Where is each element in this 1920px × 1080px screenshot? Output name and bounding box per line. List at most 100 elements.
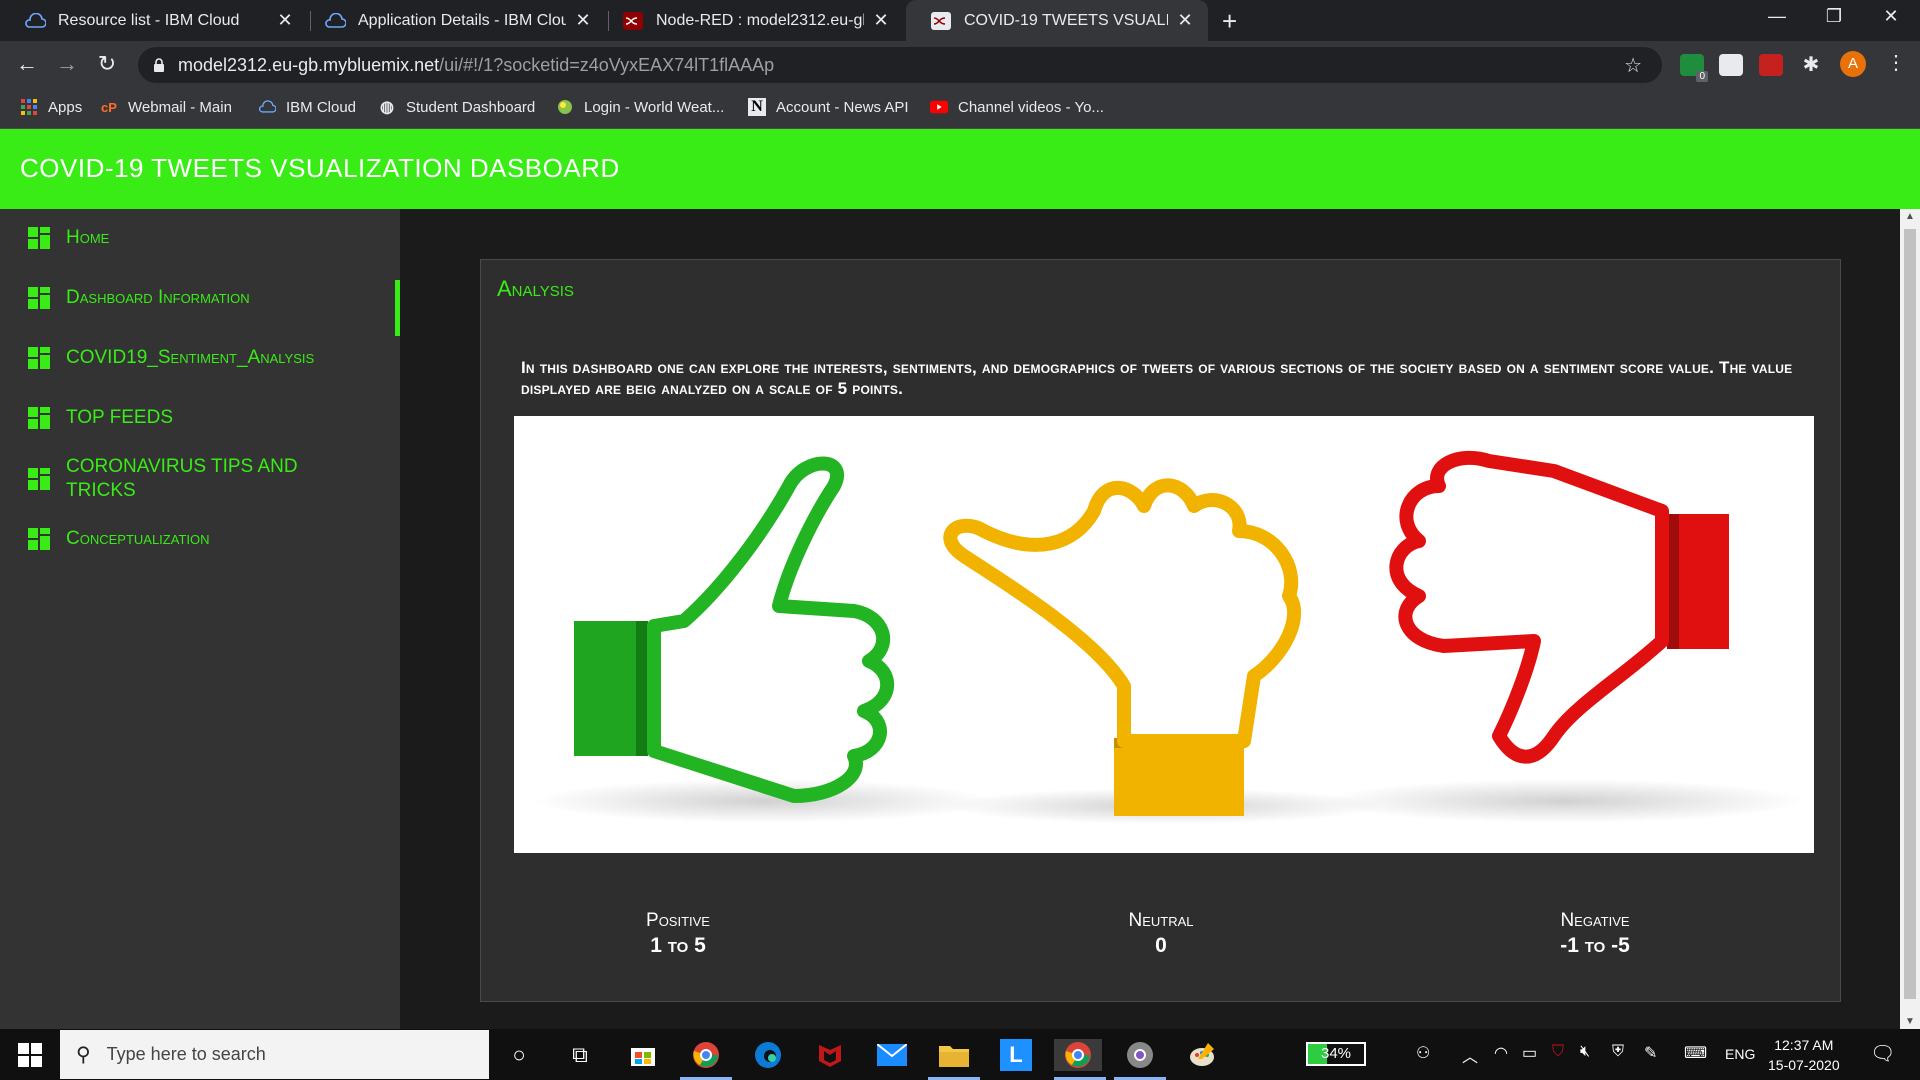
paint-icon[interactable]: [1186, 1039, 1218, 1071]
battery-tray-icon[interactable]: ▭: [1522, 1043, 1537, 1063]
close-icon[interactable]: ✕: [574, 10, 592, 31]
keyboard-icon[interactable]: ⌨: [1684, 1043, 1707, 1063]
bookmark-youtube[interactable]: Channel videos - Yo...: [930, 98, 1104, 116]
bookmark-student-dashboard[interactable]: ◍ Student Dashboard: [378, 98, 535, 117]
sidebar-item-sentiment-analysis[interactable]: COVID19_Sentiment_Analysis: [0, 346, 400, 370]
dashboard-grid-icon: [28, 528, 50, 550]
weather-icon: [556, 98, 574, 116]
browser-tab[interactable]: Node-RED : model2312.eu-gb.my ✕: [598, 0, 904, 41]
mcafee-icon[interactable]: [814, 1039, 846, 1071]
sidebar-item-top-feeds[interactable]: TOP FEEDS: [0, 406, 400, 430]
bookmark-world-weather[interactable]: Login - World Weat...: [556, 98, 724, 116]
pocket-extension-icon[interactable]: [1719, 54, 1743, 76]
bookmark-webmail[interactable]: cP Webmail - Main: [100, 98, 232, 116]
sidebar-item-dashboard-information[interactable]: Dashboard Information: [0, 280, 400, 336]
bookmarks-bar: Apps cP Webmail - Main IBM Cloud ◍ Stude…: [0, 88, 1920, 129]
stat-value: 1 to 5: [650, 934, 706, 957]
globe-icon: ◍: [380, 99, 394, 116]
apps-grid-icon: [20, 98, 38, 116]
taskbar-search-box[interactable]: ⚲ Type here to search: [60, 1030, 489, 1079]
mcafee-extension-icon[interactable]: [1759, 54, 1783, 76]
menu-kebab-icon[interactable]: ⋮: [1886, 50, 1906, 75]
close-icon[interactable]: ✕: [276, 10, 294, 31]
windows-start-icon[interactable]: [18, 1043, 42, 1067]
pen-icon[interactable]: ✎: [1644, 1043, 1657, 1063]
dashboard-grid-icon: [28, 287, 50, 309]
lock-icon: [154, 58, 164, 72]
page-scrollbar[interactable]: ▲ ▼: [1900, 209, 1920, 1029]
search-icon: ⚲: [76, 1044, 91, 1066]
app-header: COVID-19 TWEETS VSUALIZATION DASBOARD: [0, 129, 1920, 209]
bookmark-apps[interactable]: Apps: [20, 98, 82, 116]
chrome-profile-icon[interactable]: [1054, 1039, 1102, 1071]
minimize-icon[interactable]: —: [1757, 6, 1797, 27]
bookmark-label: Channel videos - Yo...: [958, 98, 1104, 116]
bookmark-ibm-cloud[interactable]: IBM Cloud: [258, 98, 356, 116]
close-icon[interactable]: ✕: [1176, 10, 1194, 31]
bookmark-label: Login - World Weat...: [584, 98, 725, 116]
chrome-icon[interactable]: [690, 1039, 722, 1071]
main-content: Analysis In this dashboard one can explo…: [400, 209, 1900, 1029]
card-description: In this dashboard one can explore the in…: [521, 358, 1793, 398]
url-host: model2312.eu-gb.mybluemix.net: [178, 54, 440, 75]
cpanel-icon: cP: [101, 99, 117, 115]
sidebar-item-label: TOP FEEDS: [66, 407, 173, 428]
tab-title: Node-RED : model2312.eu-gb.my: [656, 11, 864, 29]
ibm-cloud-icon: [258, 98, 276, 116]
task-view-icon[interactable]: ⧉: [564, 1039, 596, 1071]
scrollbar-thumb[interactable]: [1904, 229, 1916, 999]
thumbs-up-icon: [574, 456, 895, 803]
cortana-icon[interactable]: ○: [503, 1039, 535, 1071]
notification-icon[interactable]: 🗨︎: [1870, 1041, 1895, 1066]
sidebar-item-tips-and-tricks[interactable]: CORONAVIRUS TIPS AND TRICKS: [0, 455, 400, 503]
bookmark-label: Apps: [48, 98, 83, 116]
language-indicator[interactable]: ENG: [1725, 1046, 1755, 1062]
node-red-icon: [930, 10, 952, 32]
chevron-up-icon[interactable]: ︿: [1462, 1043, 1478, 1067]
new-tab-button[interactable]: +: [1222, 6, 1237, 37]
close-icon[interactable]: ✕: [872, 10, 890, 31]
bookmark-news-api[interactable]: N Account - News API: [748, 98, 909, 116]
scroll-down-arrow-icon[interactable]: ▼: [1900, 1016, 1920, 1027]
scroll-up-arrow-icon[interactable]: ▲: [1900, 211, 1920, 222]
bookmark-star-icon[interactable]: ☆: [1624, 53, 1642, 78]
restore-icon[interactable]: ❐: [1814, 6, 1854, 27]
profile-avatar[interactable]: A: [1840, 51, 1866, 77]
browser-tab-active[interactable]: COVID-19 TWEETS VSUALIZATIO ✕: [906, 0, 1208, 41]
sidebar-nav: Home Dashboard Information COVID19_Senti…: [0, 209, 400, 1029]
stat-negative: Negative -1 to -5: [1445, 910, 1745, 958]
browser-tab[interactable]: Resource list - IBM Cloud ✕: [0, 0, 308, 41]
people-icon[interactable]: ⚇: [1416, 1043, 1430, 1063]
mcafee-tray-icon[interactable]: ⛉: [1552, 1043, 1564, 1061]
stat-label: Neutral: [1128, 910, 1194, 931]
puzzle-extensions-icon[interactable]: ✱: [1799, 54, 1823, 76]
system-clock[interactable]: 12:37 AM 15-07-2020: [1768, 1035, 1840, 1075]
news-api-icon: N: [748, 98, 766, 116]
store-icon[interactable]: [627, 1039, 659, 1071]
bookmark-label: Webmail - Main: [128, 98, 232, 116]
sidebar-item-conceptualization[interactable]: Conceptualization: [0, 527, 400, 551]
sidebar-item-home[interactable]: Home: [0, 226, 400, 250]
reload-icon[interactable]: ↻: [92, 51, 122, 77]
mail-icon[interactable]: [876, 1039, 908, 1071]
volume-muted-icon[interactable]: 🔇︎: [1580, 1043, 1590, 1061]
clock-date: 15-07-2020: [1768, 1057, 1840, 1073]
battery-indicator[interactable]: 34%: [1306, 1042, 1366, 1066]
window-close-icon[interactable]: ✕: [1871, 6, 1911, 27]
browser-tab[interactable]: Application Details - IBM Cloud ✕: [300, 0, 606, 41]
l-app-icon[interactable]: L: [1000, 1039, 1032, 1071]
tab-title: Application Details - IBM Cloud: [358, 11, 566, 29]
file-explorer-icon[interactable]: [938, 1039, 970, 1071]
chrome-profile-icon[interactable]: [1124, 1039, 1156, 1071]
back-arrow-icon[interactable]: ←: [12, 51, 42, 77]
dashboard-grid-icon: [28, 407, 50, 429]
defender-shield-icon[interactable]: ⛨: [1612, 1043, 1624, 1061]
wifi-icon[interactable]: ◠: [1494, 1043, 1508, 1063]
address-bar[interactable]: model2312.eu-gb.mybluemix.net/ui/#!/1?so…: [138, 47, 1662, 83]
stat-label: Positive: [646, 910, 710, 931]
edge-icon[interactable]: [752, 1039, 784, 1071]
extension-shield-icon[interactable]: 0: [1680, 54, 1708, 82]
dashboard-grid-icon: [28, 347, 50, 369]
dashboard-grid-icon: [28, 227, 50, 249]
forward-arrow-icon[interactable]: →: [52, 51, 82, 77]
